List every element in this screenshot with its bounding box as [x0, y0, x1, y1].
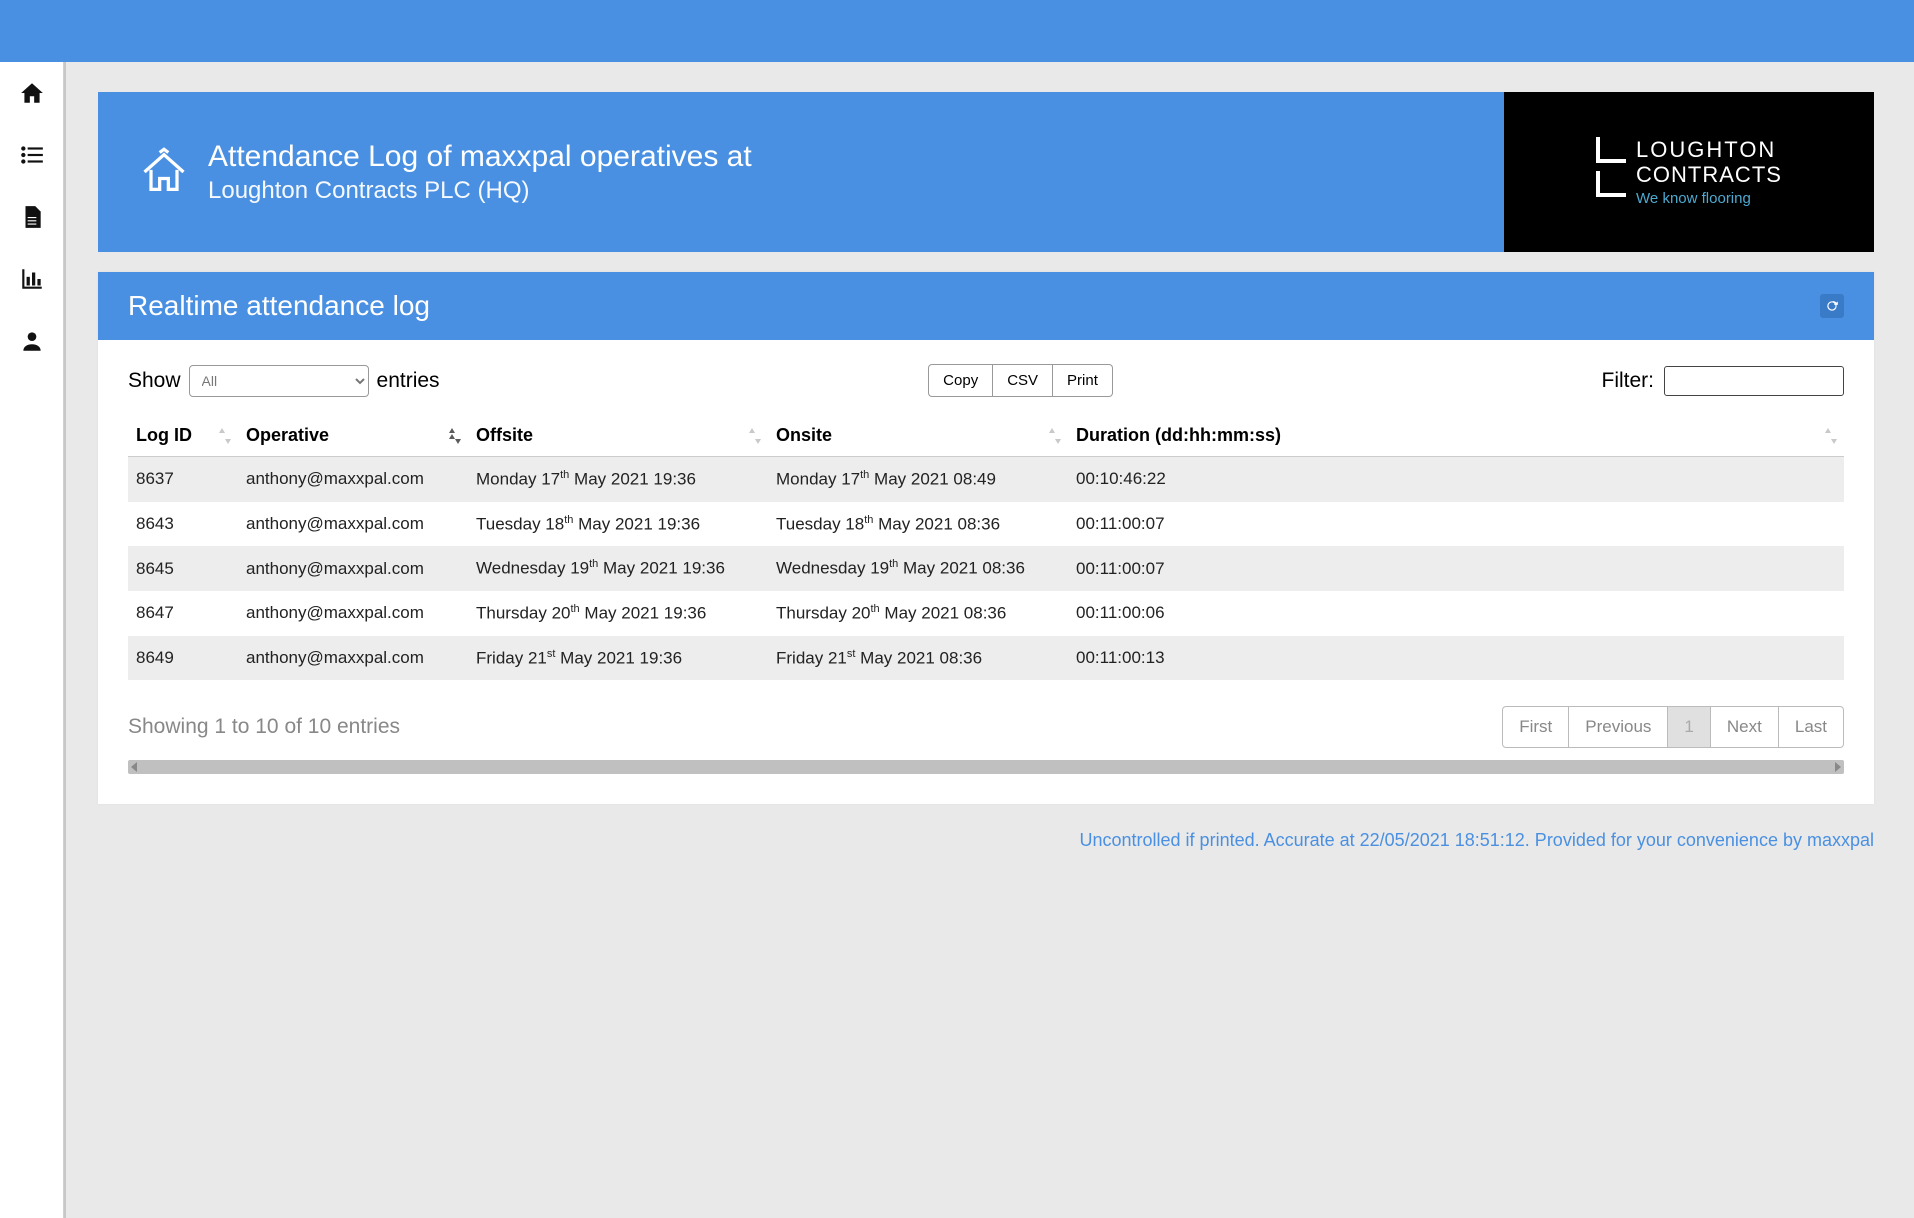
table-row: 8649anthony@maxxpal.comFriday 21st May 2…: [128, 636, 1844, 681]
filter-label: Filter:: [1602, 369, 1655, 393]
cell-offsite: Tuesday 18th May 2021 19:36: [468, 502, 768, 547]
cell-duration: 00:11:00:06: [1068, 591, 1844, 636]
sort-icon: [1824, 428, 1838, 444]
page-title: Attendance Log of maxxpal operatives at: [208, 140, 752, 173]
cell-offsite: Thursday 20th May 2021 19:36: [468, 591, 768, 636]
print-button[interactable]: Print: [1053, 364, 1113, 397]
refresh-icon: [1825, 299, 1839, 313]
cell-log-id: 8637: [128, 457, 238, 502]
col-onsite[interactable]: Onsite: [768, 415, 1068, 457]
sort-icon: [1048, 428, 1062, 444]
table-row: 8647anthony@maxxpal.comThursday 20th May…: [128, 591, 1844, 636]
pagination: First Previous 1 Next Last: [1502, 706, 1844, 748]
cell-log-id: 8647: [128, 591, 238, 636]
page-subtitle: Loughton Contracts PLC (HQ): [208, 177, 752, 205]
topbar: [0, 0, 1914, 62]
cell-duration: 00:10:46:22: [1068, 457, 1844, 502]
cell-offsite: Friday 21st May 2021 19:36: [468, 636, 768, 681]
attendance-table: Log ID Operative Offsite: [128, 415, 1844, 680]
page-first[interactable]: First: [1502, 706, 1569, 748]
cell-duration: 00:11:00:07: [1068, 546, 1844, 591]
table-row: 8645anthony@maxxpal.comWednesday 19th Ma…: [128, 546, 1844, 591]
disclaimer-text: Uncontrolled if printed. Accurate at 22/…: [98, 830, 1874, 851]
showing-info: Showing 1 to 10 of 10 entries: [128, 715, 400, 739]
cell-onsite: Monday 17th May 2021 08:49: [768, 457, 1068, 502]
cell-onsite: Tuesday 18th May 2021 08:36: [768, 502, 1068, 547]
refresh-button[interactable]: [1820, 294, 1844, 318]
house-outline-icon: [138, 146, 190, 198]
cell-onsite: Friday 21st May 2021 08:36: [768, 636, 1068, 681]
company-logo: LOUGHTON CONTRACTS We know flooring: [1504, 92, 1874, 252]
col-offsite[interactable]: Offsite: [468, 415, 768, 457]
col-log-id[interactable]: Log ID: [128, 415, 238, 457]
cell-log-id: 8645: [128, 546, 238, 591]
logo-line2: CONTRACTS: [1636, 162, 1782, 187]
cell-log-id: 8649: [128, 636, 238, 681]
cell-operative: anthony@maxxpal.com: [238, 502, 468, 547]
cell-duration: 00:11:00:13: [1068, 636, 1844, 681]
table-row: 8637anthony@maxxpal.comMonday 17th May 2…: [128, 457, 1844, 502]
cell-operative: anthony@maxxpal.com: [238, 636, 468, 681]
show-label-post: entries: [377, 369, 440, 393]
attendance-panel: Realtime attendance log Show All entries: [98, 272, 1874, 804]
cell-duration: 00:11:00:07: [1068, 502, 1844, 547]
main-content: Attendance Log of maxxpal operatives at …: [64, 62, 1914, 1218]
page-next[interactable]: Next: [1711, 706, 1779, 748]
sort-icon: [218, 428, 232, 444]
page-prev[interactable]: Previous: [1569, 706, 1668, 748]
logo-line1: LOUGHTON: [1636, 137, 1782, 162]
home-icon[interactable]: [19, 80, 45, 106]
list-icon[interactable]: [19, 142, 45, 168]
sort-desc-icon: [448, 428, 462, 444]
logo-mark-icon: [1596, 137, 1626, 197]
entries-select[interactable]: All: [189, 365, 369, 397]
col-duration[interactable]: Duration (dd:hh:mm:ss): [1068, 415, 1844, 457]
document-icon[interactable]: [19, 204, 45, 230]
show-label-pre: Show: [128, 369, 181, 393]
cell-operative: anthony@maxxpal.com: [238, 546, 468, 591]
csv-button[interactable]: CSV: [993, 364, 1053, 397]
page-last[interactable]: Last: [1779, 706, 1844, 748]
cell-log-id: 8643: [128, 502, 238, 547]
user-icon[interactable]: [19, 328, 45, 354]
cell-onsite: Thursday 20th May 2021 08:36: [768, 591, 1068, 636]
page-header: Attendance Log of maxxpal operatives at …: [98, 92, 1874, 252]
chart-icon[interactable]: [19, 266, 45, 292]
cell-offsite: Monday 17th May 2021 19:36: [468, 457, 768, 502]
filter: Filter:: [1602, 366, 1845, 396]
panel-title: Realtime attendance log: [128, 290, 430, 322]
entries-length: Show All entries: [128, 365, 440, 397]
horizontal-scrollbar[interactable]: [128, 760, 1844, 774]
cell-offsite: Wednesday 19th May 2021 19:36: [468, 546, 768, 591]
logo-tagline: We know flooring: [1636, 190, 1782, 207]
copy-button[interactable]: Copy: [928, 364, 993, 397]
cell-onsite: Wednesday 19th May 2021 08:36: [768, 546, 1068, 591]
page-1[interactable]: 1: [1668, 706, 1710, 748]
filter-input[interactable]: [1664, 366, 1844, 396]
table-row: 8643anthony@maxxpal.comTuesday 18th May …: [128, 502, 1844, 547]
sidenav: [0, 62, 64, 1218]
cell-operative: anthony@maxxpal.com: [238, 591, 468, 636]
cell-operative: anthony@maxxpal.com: [238, 457, 468, 502]
export-buttons: Copy CSV Print: [928, 364, 1113, 397]
sort-icon: [748, 428, 762, 444]
col-operative[interactable]: Operative: [238, 415, 468, 457]
